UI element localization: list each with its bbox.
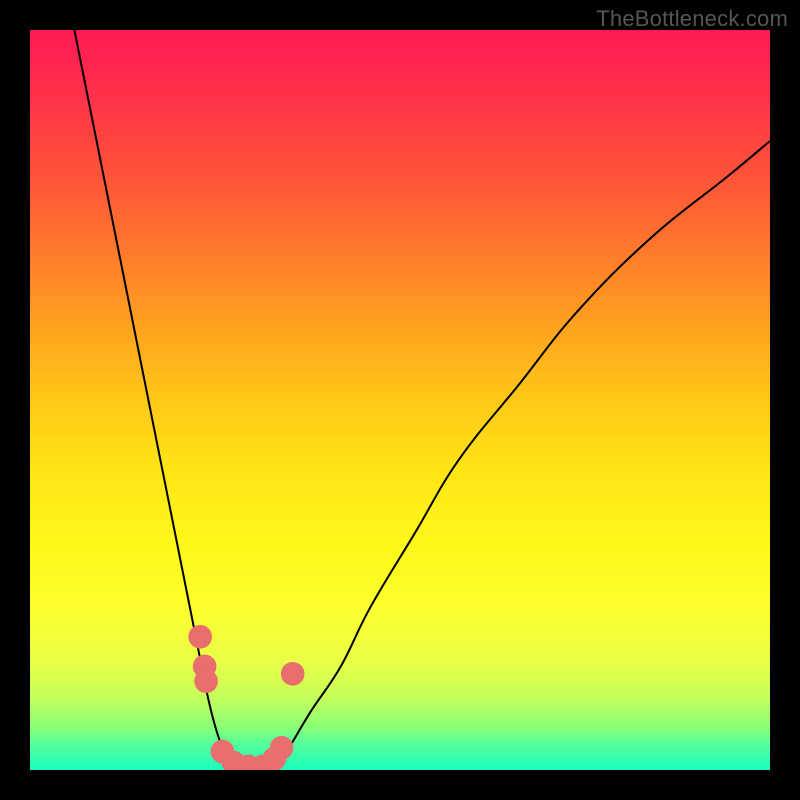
bottleneck-curve <box>30 30 770 770</box>
plot-area <box>30 30 770 770</box>
chart-stage: TheBottleneck.com <box>0 0 800 800</box>
watermark-text: TheBottleneck.com <box>596 6 788 32</box>
